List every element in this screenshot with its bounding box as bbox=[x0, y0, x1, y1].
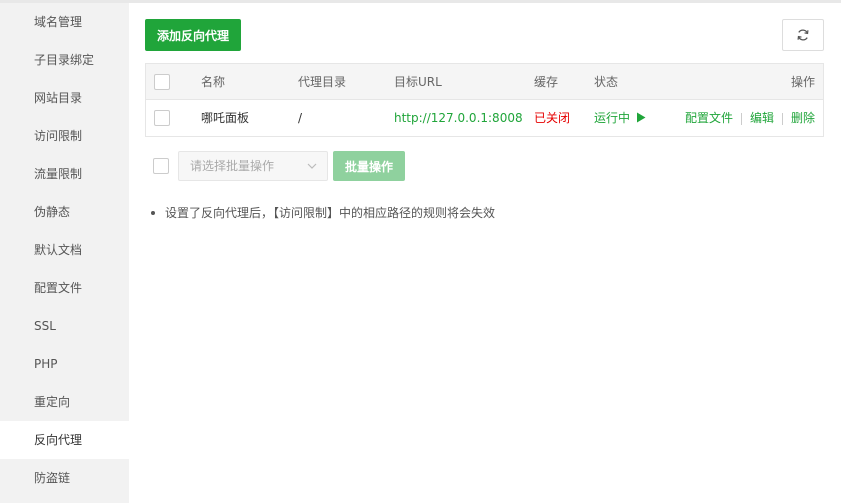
add-reverse-proxy-button[interactable]: 添加反向代理 bbox=[145, 19, 242, 51]
table-row: 哪吒面板 / http://127.0.0.1:8008 已关闭 运行中 配置文… bbox=[146, 100, 823, 136]
batch-bar: 请选择批量操作 批量操作 bbox=[145, 151, 825, 181]
select-all-checkbox[interactable] bbox=[154, 74, 170, 90]
batch-select-checkbox[interactable] bbox=[153, 158, 169, 174]
cache-status[interactable]: 已关闭 bbox=[534, 100, 570, 136]
sidebar-item-ssl[interactable]: SSL bbox=[0, 307, 129, 345]
target-url: http://127.0.0.1:8008 bbox=[394, 111, 523, 125]
row-checkbox[interactable] bbox=[154, 110, 170, 126]
config-file-link[interactable]: 配置文件 bbox=[685, 111, 733, 125]
batch-operation-button[interactable]: 批量操作 bbox=[333, 151, 406, 181]
sidebar-item-redirect[interactable]: 重定向 bbox=[0, 383, 129, 421]
action-divider bbox=[740, 112, 742, 125]
header-name: 名称 bbox=[201, 75, 226, 89]
action-divider bbox=[781, 112, 783, 125]
proxy-table: 名称 代理目录 目标URL 缓存 状态 操作 哪吒面板 / http://127… bbox=[145, 63, 824, 137]
main-panel: 添加反向代理 名称 代理目录 目标URL 缓存 状态 操作 哪吒面板 / htt… bbox=[129, 3, 841, 503]
header-target-url: 目标URL bbox=[394, 75, 442, 89]
proxy-name: 哪吒面板 bbox=[201, 111, 250, 125]
row-actions: 配置文件 编辑 删除 bbox=[685, 100, 815, 136]
refresh-button[interactable] bbox=[782, 19, 824, 51]
table-header-row: 名称 代理目录 目标URL 缓存 状态 操作 bbox=[146, 64, 823, 100]
proxy-dir: / bbox=[298, 111, 303, 125]
sidebar-item-php[interactable]: PHP bbox=[0, 345, 129, 383]
header-actions: 操作 bbox=[790, 75, 815, 89]
sidebar-item-traffic-limit[interactable]: 流量限制 bbox=[0, 155, 129, 193]
edit-link[interactable]: 编辑 bbox=[750, 111, 774, 125]
run-status-label: 运行中 bbox=[594, 111, 631, 125]
run-status[interactable]: 运行中 bbox=[594, 100, 646, 136]
sidebar-item-default-doc[interactable]: 默认文档 bbox=[0, 231, 129, 269]
sidebar: 域名管理 子目录绑定 网站目录 访问限制 流量限制 伪静态 默认文档 配置文件 … bbox=[0, 3, 129, 503]
sidebar-item-rewrite[interactable]: 伪静态 bbox=[0, 193, 129, 231]
tips-list: 设置了反向代理后，【访问限制】中的相应路径的规则将会失效 bbox=[149, 203, 495, 223]
header-proxy-dir: 代理目录 bbox=[298, 75, 347, 89]
sidebar-item-config-file[interactable]: 配置文件 bbox=[0, 269, 129, 307]
sidebar-item-subdir[interactable]: 子目录绑定 bbox=[0, 41, 129, 79]
sidebar-item-domain[interactable]: 域名管理 bbox=[0, 3, 129, 41]
batch-select-placeholder: 请选择批量操作 bbox=[190, 159, 275, 173]
sidebar-item-hotlink[interactable]: 防盗链 bbox=[0, 459, 129, 497]
batch-operation-select[interactable]: 请选择批量操作 bbox=[178, 151, 328, 181]
refresh-icon bbox=[797, 29, 809, 41]
header-cache: 缓存 bbox=[534, 75, 559, 89]
chevron-down-icon bbox=[307, 163, 317, 169]
tip-item: 设置了反向代理后，【访问限制】中的相应路径的规则将会失效 bbox=[149, 203, 495, 223]
tip-text: 设置了反向代理后，【访问限制】中的相应路径的规则将会失效 bbox=[165, 206, 496, 220]
sidebar-item-site-dir[interactable]: 网站目录 bbox=[0, 79, 129, 117]
delete-link[interactable]: 删除 bbox=[791, 111, 815, 125]
header-status: 状态 bbox=[594, 75, 619, 89]
play-icon bbox=[636, 112, 646, 123]
sidebar-item-reverse-proxy[interactable]: 反向代理 bbox=[0, 421, 129, 459]
bullet-dot bbox=[151, 211, 155, 215]
sidebar-item-access-limit[interactable]: 访问限制 bbox=[0, 117, 129, 155]
